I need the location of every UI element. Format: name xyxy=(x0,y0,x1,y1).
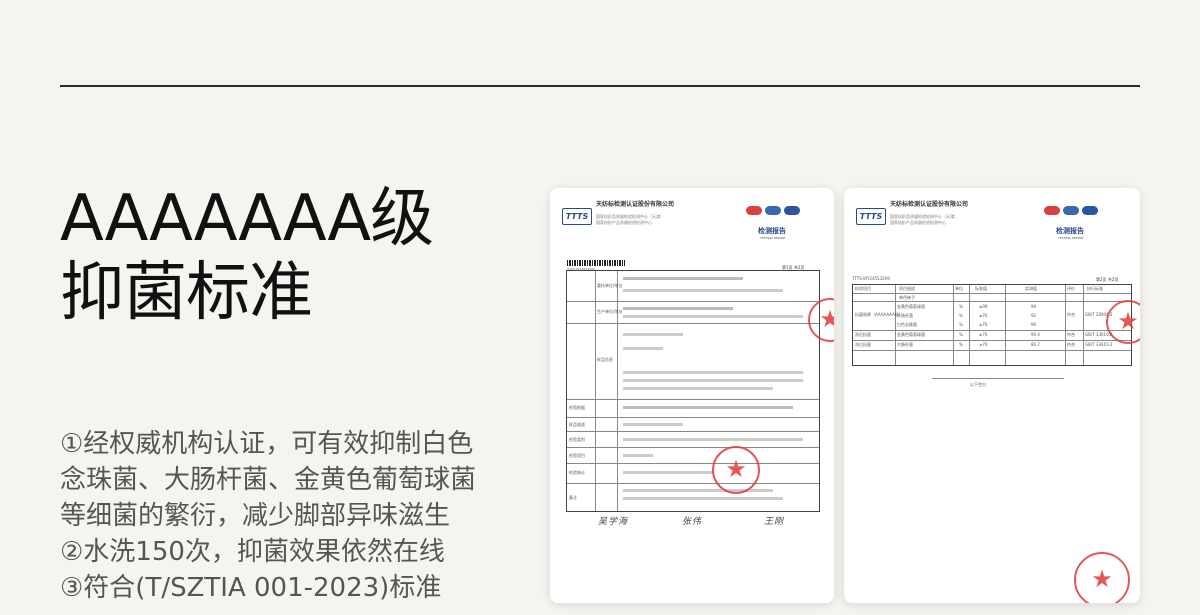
row-value: 90.4 xyxy=(1031,332,1040,337)
feature-line: ①经权威机构认证，可有效抑制白色 xyxy=(60,429,474,459)
row-standard: ≥70 xyxy=(979,342,988,347)
row-item: 洗后抗菌 xyxy=(855,332,871,337)
official-stamp-icon: ★ xyxy=(1074,552,1130,603)
row-desc: 金黄色葡萄球菌 xyxy=(897,304,925,309)
cma-badge-icon xyxy=(1044,206,1060,215)
column-header: 项目描述 xyxy=(899,286,915,291)
end-rule xyxy=(932,378,1064,379)
feature-line: ②水洗150次，抑菌效果依然在线 xyxy=(60,537,445,567)
headline: AAAAAAA级 抑菌标准 xyxy=(60,182,434,330)
certification-badges xyxy=(1044,206,1098,215)
ttts-logo: TTTS xyxy=(562,208,592,225)
label-client: 委托单位/地址 xyxy=(597,283,623,288)
center-name: 国家纺织品质量检验检测中心（天津） xyxy=(596,214,664,219)
headline-line-1: AAAAAAA级 xyxy=(60,182,434,256)
center-name-2: 国家纺织产品质量检验检测中心 xyxy=(596,220,652,225)
column-header: 检验项目 xyxy=(855,286,871,291)
row-value: 80.7 xyxy=(1031,342,1040,347)
column-header: 实测值 xyxy=(1025,286,1037,291)
column-header: 执行标准 xyxy=(1087,286,1103,291)
column-header: 评价 xyxy=(1067,286,1075,291)
row-desc: 金黄色葡萄球菌 xyxy=(897,332,925,337)
row-unit: % xyxy=(959,322,963,327)
signature: 王刚 xyxy=(764,517,785,527)
label-basis: 检验依据 xyxy=(569,405,585,410)
results-table: 检验项目 项目描述 单位 标准值 实测值 评价 执行标准 单色袜子 抗菌效果（A… xyxy=(852,284,1132,366)
feature-line: ③符合(T/SZTIA 001-2023)标准 xyxy=(60,573,442,603)
row-unit: % xyxy=(959,313,963,318)
cma-badge-icon xyxy=(746,206,762,215)
ilac-badge-icon xyxy=(765,206,781,215)
test-report-page-1: TTTS 天纺标检测认证股份有限公司 国家纺织品质量检验检测中心（天津） 国家纺… xyxy=(550,188,834,603)
row-unit: % xyxy=(959,342,963,347)
report-subtitle: TESTING REPORT xyxy=(1058,236,1084,240)
label-manufacturer: 生产单位/地址 xyxy=(597,309,623,314)
row-desc: 白色念珠菌 xyxy=(897,322,917,327)
company-name: 天纺标检测认证股份有限公司 xyxy=(890,201,969,208)
report-title: 检测报告 xyxy=(1056,227,1084,235)
row-standard: ≥70 xyxy=(979,313,988,318)
column-header: 单位 xyxy=(955,286,963,291)
center-name: 国家纺织品质量检验检测中心（天津） xyxy=(890,214,958,219)
report-table: 委托单位/地址 生产单位/地址 样品信息 检验依据 样品描述 检验类别 检验项目… xyxy=(566,270,820,512)
feature-list: ①经权威机构认证，可有效抑制白色 念珠菌、大肠杆菌、金黄色葡萄球菌 等细菌的繁衍… xyxy=(60,426,476,606)
label-sample-desc: 样品描述 xyxy=(569,422,585,427)
sample-color: 单色袜子 xyxy=(899,295,915,300)
row-standard: ≥70 xyxy=(979,332,988,337)
label-category: 检验类别 xyxy=(569,437,585,442)
label-conclusion: 检验结论 xyxy=(569,470,585,475)
row-desc: 大肠杆菌 xyxy=(897,342,913,347)
signature: 张伟 xyxy=(682,517,703,527)
row-item: 抗菌效果（AAAAAAA级） xyxy=(855,312,903,317)
signature: 吴学海 xyxy=(598,517,629,527)
label-sample-info: 样品信息 xyxy=(597,357,613,362)
certification-badges xyxy=(746,206,800,215)
feature-line: 等细菌的繁衍，减少脚部异味滋生 xyxy=(60,501,451,531)
row-unit: % xyxy=(959,304,963,309)
headline-line-2: 抑菌标准 xyxy=(60,256,313,330)
report-title: 检测报告 xyxy=(758,227,786,235)
row-unit: % xyxy=(959,332,963,337)
top-divider xyxy=(60,85,1140,87)
report-number: TTTS-WY24553209 xyxy=(852,276,890,281)
row-value: 96 xyxy=(1031,322,1037,327)
ilac-badge-icon xyxy=(1063,206,1079,215)
test-report-page-2: TTTS 天纺标检测认证股份有限公司 国家纺织品质量检验检测中心（天津） 国家纺… xyxy=(844,188,1140,603)
column-header: 标准值 xyxy=(975,286,987,291)
company-name: 天纺标检测认证股份有限公司 xyxy=(596,201,675,208)
ttts-logo: TTTS xyxy=(856,208,886,225)
row-desc: 大肠杆菌 xyxy=(897,313,913,318)
barcode xyxy=(567,260,625,266)
label-items: 检验项目 xyxy=(569,453,585,458)
official-stamp-icon: ★ xyxy=(712,446,760,494)
cnas-badge-icon xyxy=(1082,206,1098,215)
row-value: 99 xyxy=(1031,304,1037,309)
row-method: GB/T 33610.2 xyxy=(1085,342,1113,347)
row-evaluation: 符合 xyxy=(1067,312,1075,317)
label-remark: 备注 xyxy=(569,495,577,500)
report-subtitle: TESTING REPORT xyxy=(760,236,786,240)
row-value: 92 xyxy=(1031,313,1037,318)
row-evaluation: 符合 xyxy=(1067,342,1075,347)
row-evaluation: 符合 xyxy=(1067,332,1075,337)
center-name-2: 国家纺织产品质量检验检测中心 xyxy=(890,220,946,225)
blank-below-note: 以下空白 xyxy=(970,382,986,387)
page-number: 第2页 共2页 xyxy=(1096,277,1119,282)
feature-line: 念珠菌、大肠杆菌、金黄色葡萄球菌 xyxy=(60,465,477,495)
cnas-badge-icon xyxy=(784,206,800,215)
row-item: 洗后抗菌 xyxy=(855,342,871,347)
row-standard: ≥99 xyxy=(979,304,988,309)
row-standard: ≥70 xyxy=(979,322,988,327)
